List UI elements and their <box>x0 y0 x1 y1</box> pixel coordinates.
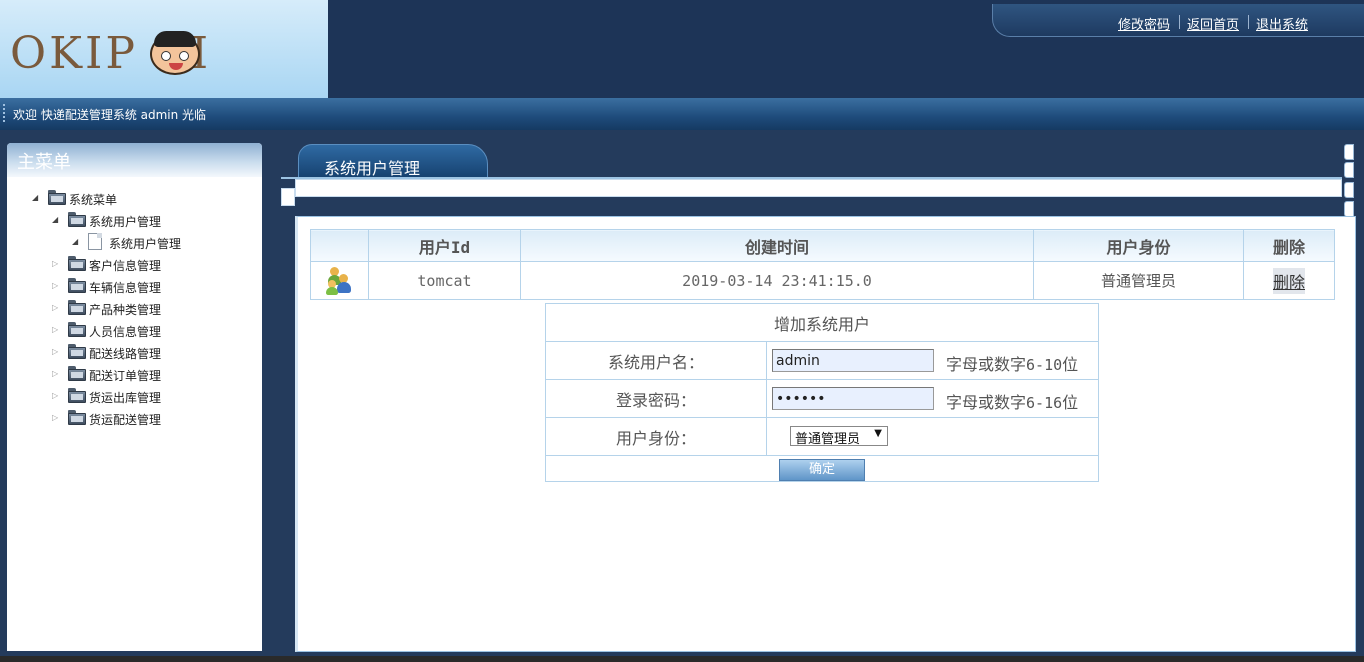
folder-icon <box>68 366 86 381</box>
form-caption: 增加系统用户 <box>545 303 1099 342</box>
collapsed-arrow-icon[interactable]: ▷ <box>52 325 62 335</box>
folder-icon <box>68 278 86 293</box>
collapsed-arrow-icon[interactable]: ▷ <box>52 347 62 357</box>
expanded-arrow-icon: ◢ <box>72 237 79 246</box>
welcome-text: 欢迎 快递配送管理系统 admin 光临 <box>13 108 207 122</box>
folder-icon <box>48 190 66 205</box>
toolbar-strip <box>295 179 1342 197</box>
row-delete-cell: 删除 <box>1243 261 1335 300</box>
grip-icon <box>3 104 5 124</box>
folder-icon <box>68 388 86 403</box>
row-created: 2019-03-14 23:41:15.0 <box>520 261 1034 300</box>
submit-button[interactable]: 确定 <box>779 458 865 481</box>
top-links: 修改密码 返回首页 退出系统 <box>992 4 1364 37</box>
folder-icon <box>68 300 86 315</box>
home-link[interactable]: 返回首页 <box>1187 14 1239 33</box>
taskbar <box>0 656 1364 662</box>
sidebar-header: 主菜单 <box>7 143 262 177</box>
username-input[interactable] <box>772 349 934 372</box>
password-hint: 字母或数字6-16位 <box>946 393 1079 412</box>
expanded-arrow-icon[interactable]: ◢ <box>52 215 62 225</box>
logout-link[interactable]: 退出系统 <box>1256 14 1308 33</box>
collapsed-arrow-icon[interactable]: ▷ <box>52 369 62 379</box>
table-row: tomcat 2019-03-14 23:41:15.0 普通管理员 删除 <box>310 261 1335 300</box>
welcome-bar: 欢迎 快递配送管理系统 admin 光临 <box>0 98 1364 130</box>
col-delete-header: 删除 <box>1243 229 1335 262</box>
collapsed-arrow-icon[interactable]: ▷ <box>52 391 62 401</box>
users-table: 用户Id 创建时间 用户身份 删除 tomcat 2019-03-14 23:4… <box>310 229 1335 300</box>
folder-icon <box>68 256 86 271</box>
username-label: 系统用户名： <box>545 341 767 380</box>
delete-link[interactable]: 删除 <box>1272 267 1305 294</box>
username-hint: 字母或数字6-10位 <box>946 355 1079 374</box>
main-panel: 系统用户管理 用户Id 创建时间 用户身份 删除 tomcat 2019-03-… <box>281 143 1364 652</box>
tab-system-users[interactable]: 系统用户管理 <box>298 144 488 179</box>
add-user-form: 增加系统用户 系统用户名： 字母或数字6-10位 登录密码： 字母或数字6-16… <box>545 303 1099 482</box>
col-role-header: 用户身份 <box>1033 229 1244 262</box>
role-label: 用户身份： <box>545 417 767 456</box>
row-icon-cell <box>310 261 369 300</box>
row-role: 普通管理员 <box>1033 261 1244 300</box>
password-input[interactable] <box>772 387 934 410</box>
sidebar: 主菜单 ◢ 系统菜单 ◢ 系统用户管理 ◢ 系统用户管理 ▷ 客户信息管理 ▷ … <box>7 143 262 651</box>
collapsed-arrow-icon[interactable]: ▷ <box>52 259 62 269</box>
col-icon-header <box>310 229 369 262</box>
role-select-value: 普通管理员 <box>795 432 861 447</box>
password-label: 登录密码： <box>545 379 767 418</box>
expanded-arrow-icon[interactable]: ◢ <box>32 193 42 203</box>
role-select[interactable]: 普通管理员 ▼ <box>790 426 888 447</box>
sidebar-title: 主菜单 <box>17 152 71 173</box>
change-password-link[interactable]: 修改密码 <box>1118 14 1170 33</box>
dropdown-arrow-icon: ▼ <box>874 428 882 439</box>
logo-face-icon <box>150 31 200 75</box>
header: OKIP KI 修改密码 返回首页 退出系统 <box>0 0 1364 98</box>
folder-icon <box>68 322 86 337</box>
table-header-row: 用户Id 创建时间 用户身份 删除 <box>310 229 1335 262</box>
col-user-id-header: 用户Id <box>368 229 521 262</box>
folder-icon <box>68 410 86 425</box>
collapsed-arrow-icon[interactable]: ▷ <box>52 281 62 291</box>
content-area: 用户Id 创建时间 用户身份 删除 tomcat 2019-03-14 23:4… <box>295 216 1356 652</box>
document-icon <box>88 233 102 250</box>
users-icon <box>325 266 354 296</box>
tab-label: 系统用户管理 <box>324 159 421 178</box>
folder-icon <box>68 212 86 227</box>
collapsed-arrow-icon[interactable]: ▷ <box>52 303 62 313</box>
folder-icon <box>68 344 86 359</box>
row-user-id: tomcat <box>368 261 521 300</box>
collapsed-arrow-icon[interactable]: ▷ <box>52 413 62 423</box>
col-created-header: 创建时间 <box>520 229 1034 262</box>
toolbar-strip-left <box>281 188 295 206</box>
logo: OKIP KI <box>0 0 328 98</box>
